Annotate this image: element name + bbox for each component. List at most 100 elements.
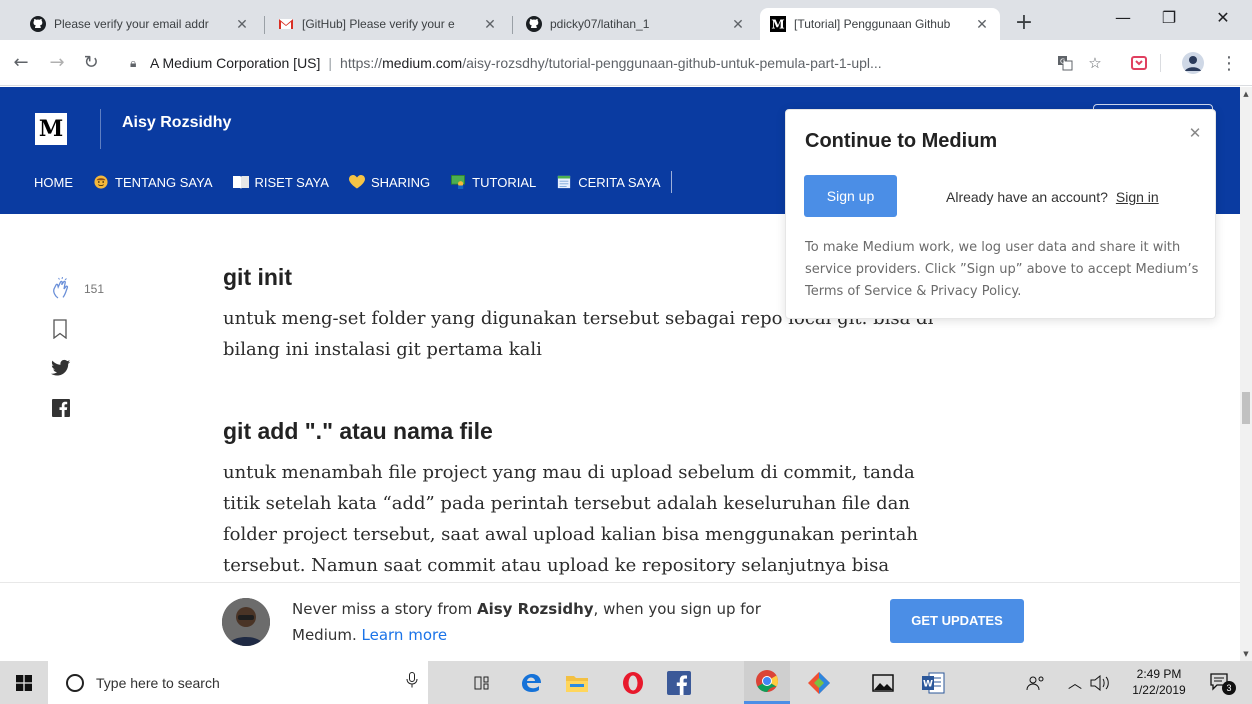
task-view-icon[interactable] [460, 661, 506, 704]
windows-logo-icon [16, 674, 32, 691]
nav-label: RISET SAYA [254, 174, 329, 190]
promo-text-before: Never miss a story from [292, 600, 477, 618]
medium-page: 151 git init untuk meng-set folder yang … [0, 87, 1240, 661]
smiley-face-icon [94, 175, 108, 189]
tab-verify-email[interactable]: Please verify your email addr ✕ [20, 8, 260, 40]
nav-sharing[interactable]: SHARING [348, 175, 430, 190]
url-path: /aisy-rozsdhy/tutorial-penggunaan-github… [462, 55, 882, 71]
bookmark-button[interactable] [52, 319, 68, 339]
sign-in-link[interactable]: Sign in [1116, 189, 1159, 205]
nav-cerita-saya[interactable]: CERITA SAYA [556, 175, 661, 190]
chrome-menu-icon[interactable]: ⋮ [1216, 50, 1242, 76]
yellow-heart-icon [348, 175, 365, 189]
nav-riset-saya[interactable]: RISET SAYA [232, 174, 329, 190]
bookmark-star-icon[interactable]: ☆ [1082, 50, 1108, 76]
svg-text:W: W [923, 679, 933, 689]
get-updates-banner: Never miss a story from Aisy Rozsidhy, w… [0, 582, 1240, 661]
clock-date: 1/22/2019 [1132, 683, 1186, 697]
new-tab-button[interactable]: + [1010, 10, 1038, 38]
facebook-share-button[interactable] [52, 399, 70, 417]
clap-count: 151 [84, 282, 105, 296]
tab-title: Please verify your email addr [54, 17, 209, 31]
forward-arrow-icon[interactable]: → [46, 52, 68, 74]
nav-label: TENTANG SAYA [115, 174, 213, 190]
gmail-icon [279, 19, 293, 29]
volume-icon[interactable] [1090, 661, 1110, 704]
facebook-icon [52, 399, 70, 417]
paragraph-line: untuk menambah file project yang mau di … [223, 462, 915, 483]
cortana-circle-icon [66, 673, 84, 692]
author-avatar [222, 598, 270, 646]
publication-author-name[interactable]: Aisy Rozsidhy [122, 114, 231, 132]
word-app-icon[interactable]: W [910, 661, 956, 704]
lock-icon[interactable]: 🔒︎ [130, 56, 144, 71]
close-tab-icon[interactable]: ✕ [482, 16, 498, 33]
tray-expand-chevron-icon[interactable]: ︿ [1068, 661, 1082, 704]
maximize-button[interactable]: ❐ [1146, 0, 1192, 34]
paragraph-line: tersebut. Namun saat commit atau upload … [223, 555, 890, 576]
medium-logo[interactable]: M [35, 113, 67, 145]
github-icon [526, 16, 542, 32]
already-text: Already have an account? [946, 189, 1108, 205]
windows-start-button[interactable] [0, 661, 48, 704]
tab-github-email[interactable]: [GitHub] Please verify your e ✕ [268, 8, 508, 40]
tab-title: [Tutorial] Penggunaan Github [794, 17, 951, 31]
opera-browser-icon[interactable] [610, 661, 656, 704]
heading-git-init: git init [223, 264, 292, 290]
scrollbar-thumb[interactable] [1242, 392, 1250, 424]
translate-icon[interactable]: G [1052, 50, 1078, 76]
nav-label: HOME [34, 174, 73, 190]
taskbar-search-box[interactable]: Type here to search [48, 661, 428, 704]
teacher-icon [451, 175, 466, 189]
site-identity: A Medium Corporation [US] [150, 55, 321, 71]
tab-tutorial-active[interactable]: M [Tutorial] Penggunaan Github ✕ [760, 8, 1000, 40]
learn-more-link[interactable]: Learn more [362, 626, 448, 644]
back-arrow-icon[interactable]: ← [10, 52, 32, 74]
close-tab-icon[interactable]: ✕ [234, 16, 250, 33]
close-window-button[interactable]: ✕ [1200, 0, 1246, 34]
open-book-icon [232, 176, 249, 189]
git-app-icon[interactable] [796, 661, 842, 704]
continue-to-medium-popup: Continue to Medium ✕ Sign up Already hav… [785, 109, 1216, 319]
clap-button[interactable]: 151 [50, 277, 104, 301]
search-placeholder: Type here to search [96, 674, 220, 691]
system-clock[interactable]: 2:49 PM 1/22/2019 [1124, 666, 1194, 698]
page-scrollbar[interactable]: ▲ ▼ [1240, 87, 1252, 661]
close-tab-icon[interactable]: ✕ [974, 16, 990, 33]
promo-text-after: , when you sign up for [593, 600, 761, 618]
nav-tentang-saya[interactable]: TENTANG SAYA [93, 175, 213, 190]
microphone-icon[interactable] [406, 672, 418, 692]
scroll-down-arrow-icon[interactable]: ▼ [1240, 647, 1252, 661]
photos-app-icon[interactable] [860, 661, 906, 704]
twitter-share-button[interactable] [51, 359, 71, 377]
action-center-button[interactable]: 3 [1208, 669, 1236, 697]
bookmark-icon [53, 319, 67, 339]
sign-up-button[interactable]: Sign up [804, 175, 897, 217]
file-explorer-icon[interactable] [554, 661, 600, 704]
heading-git-add: git add "." atau nama file [223, 418, 493, 444]
close-icon[interactable]: ✕ [1186, 124, 1204, 142]
extension-pocket-icon[interactable] [1126, 50, 1152, 76]
chrome-taskbar-icon[interactable] [744, 661, 790, 704]
tab-title: pdicky07/latihan_1 [550, 17, 650, 31]
facebook-app-icon[interactable] [656, 661, 702, 704]
reload-icon[interactable]: ↻ [80, 52, 102, 74]
get-updates-button[interactable]: GET UPDATES [890, 599, 1024, 643]
edge-browser-icon[interactable] [508, 661, 554, 704]
nav-tutorial[interactable]: TUTORIAL [450, 175, 536, 190]
close-tab-icon[interactable]: ✕ [730, 16, 746, 33]
tab-latihan[interactable]: pdicky07/latihan_1 ✕ [516, 8, 756, 40]
svg-text:G: G [1060, 58, 1065, 66]
people-icon[interactable] [1026, 661, 1046, 704]
address-separator: | [328, 55, 333, 71]
publication-nav: HOME TENTANG SAYA RISET SAYA SHARING TUT… [34, 171, 672, 193]
scroll-up-arrow-icon[interactable]: ▲ [1240, 87, 1252, 101]
paragraph-git-add: untuk menambah file project yang mau di … [223, 457, 1013, 581]
paragraph-line: folder project tersebut, saat awal uploa… [223, 524, 918, 545]
nav-home[interactable]: HOME [34, 175, 73, 190]
profile-avatar[interactable] [1180, 50, 1206, 76]
nav-separator [670, 171, 672, 193]
promo-text-line2: Medium. [292, 626, 362, 644]
minimize-button[interactable]: — [1100, 0, 1146, 34]
address-bar[interactable]: 🔒︎ A Medium Corporation [US] | https://m… [130, 48, 1110, 78]
